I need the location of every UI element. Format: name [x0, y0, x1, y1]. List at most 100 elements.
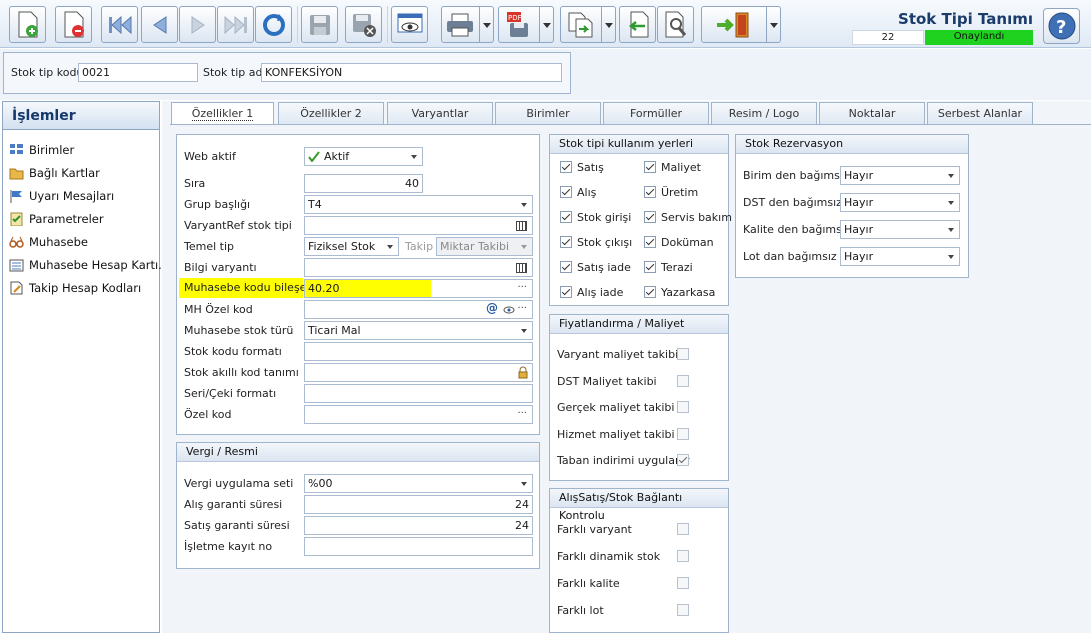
- reservation-select-dst-den-bağımsız[interactable]: Hayır: [840, 193, 960, 212]
- checkbox[interactable]: [677, 401, 689, 413]
- exit-button[interactable]: [701, 6, 781, 43]
- pricing-option-taban-indirimi-uygulanır[interactable]: Taban indirimi uygulanır: [550, 453, 728, 469]
- checkbox[interactable]: [677, 550, 689, 562]
- reservation-select-kalite-den-bağımsız[interactable]: Hayır: [840, 220, 960, 239]
- new-record-button[interactable]: [9, 6, 46, 43]
- checkbox[interactable]: [677, 427, 689, 440]
- tab-ozellikler-1[interactable]: Özellikler 1: [171, 102, 274, 125]
- muhasebe-kodu-input[interactable]: 40.20 ···: [304, 279, 533, 298]
- help-button[interactable]: ?: [1043, 8, 1080, 44]
- find-record-button[interactable]: [657, 6, 694, 43]
- pricing-option-hizmet-maliyet-takibi[interactable]: Hizmet maliyet takibi: [550, 427, 728, 443]
- checkbox[interactable]: [677, 454, 689, 466]
- usage-option-maliyet[interactable]: Maliyet: [644, 160, 726, 176]
- usage-option-satış[interactable]: Satış: [560, 160, 642, 176]
- control-option-farklı-dinamik-stok[interactable]: Farklı dinamik stok: [550, 549, 728, 565]
- print-dropdown-arrow[interactable]: [479, 7, 493, 42]
- sidebar-item-birimler[interactable]: Birimler: [9, 140, 159, 160]
- sidebar-item-takip-hesap-kodlari[interactable]: Takip Hesap Kodları: [9, 278, 159, 298]
- lookup-icon[interactable]: [516, 263, 527, 273]
- checkbox[interactable]: [644, 236, 656, 248]
- ellipsis-icon[interactable]: ···: [517, 406, 527, 422]
- usage-option-satış-iade[interactable]: Satış iade: [560, 260, 642, 276]
- delete-record-button[interactable]: [55, 6, 92, 43]
- stok-tip-kodu-input[interactable]: 0021: [78, 63, 198, 82]
- control-option-farklı-kalite[interactable]: Farklı kalite: [550, 576, 728, 592]
- view-icon[interactable]: [503, 304, 516, 315]
- checkbox[interactable]: [560, 261, 572, 273]
- cancel-button[interactable]: [345, 6, 382, 43]
- sidebar-item-muhasebe[interactable]: Muhasebe: [9, 232, 159, 252]
- tab-noktalar[interactable]: Noktalar: [819, 102, 925, 124]
- ellipsis-icon[interactable]: ···: [517, 301, 527, 317]
- lock-icon[interactable]: [518, 366, 528, 379]
- refresh-button[interactable]: [255, 6, 292, 43]
- lookup-icon[interactable]: [516, 221, 527, 231]
- usage-option-alış-iade[interactable]: Alış iade: [560, 285, 642, 301]
- reservation-select-lot-dan-bağımsız[interactable]: Hayır: [840, 247, 960, 266]
- varyantref-input[interactable]: [304, 216, 533, 235]
- sidebar-item-bagli-kartlar[interactable]: Bağlı Kartlar: [9, 163, 159, 183]
- last-record-button[interactable]: [217, 6, 254, 43]
- sidebar-item-parametreler[interactable]: Parametreler: [9, 209, 159, 229]
- stok-akilli-kod-input[interactable]: [304, 363, 533, 382]
- seri-ceki-formati-input[interactable]: [304, 384, 533, 403]
- pricing-option-dst-maliyet-takibi[interactable]: DST Maliyet takibi: [550, 374, 728, 390]
- sidebar-item-muhasebe-hesap-karti[interactable]: Muhasebe Hesap Kartı...: [9, 255, 169, 275]
- temel-tip-select[interactable]: Fiziksel Stok: [304, 237, 399, 256]
- checkbox[interactable]: [677, 604, 689, 616]
- print-button[interactable]: [441, 6, 494, 43]
- checkbox[interactable]: [677, 523, 689, 535]
- checkbox[interactable]: [644, 186, 656, 198]
- checkbox[interactable]: [644, 261, 656, 273]
- ozel-kod-input[interactable]: ···: [304, 405, 533, 424]
- vergi-uygulama-select[interactable]: %00: [304, 474, 533, 493]
- checkbox[interactable]: [677, 374, 689, 387]
- reservation-select-birim-den-bağımsız[interactable]: Hayır: [840, 166, 960, 185]
- checkbox[interactable]: [560, 211, 572, 223]
- muhasebe-stok-turu-select[interactable]: Ticari Mal: [304, 321, 533, 340]
- tab-serbest-alanlar[interactable]: Serbest Alanlar: [927, 102, 1033, 124]
- checkbox[interactable]: [677, 348, 689, 360]
- bilgi-varyanti-input[interactable]: [304, 258, 533, 277]
- tab-birimler[interactable]: Birimler: [495, 102, 601, 124]
- import-button[interactable]: [619, 6, 656, 43]
- stok-kodu-formati-input[interactable]: [304, 342, 533, 361]
- copy-dropdown-arrow[interactable]: [601, 7, 615, 42]
- exit-dropdown-arrow[interactable]: [766, 7, 780, 42]
- pricing-option-gerçek-maliyet-takibi[interactable]: Gerçek maliyet takibi: [550, 400, 728, 416]
- preview-button[interactable]: [391, 6, 428, 43]
- checkbox[interactable]: [560, 161, 572, 173]
- grup-basligi-select[interactable]: T4: [304, 195, 533, 214]
- tab-varyantlar[interactable]: Varyantlar: [387, 102, 493, 124]
- sira-input[interactable]: 40: [304, 174, 423, 193]
- usage-option-terazi[interactable]: Terazi: [644, 260, 726, 276]
- checkbox[interactable]: [560, 236, 572, 248]
- checkbox[interactable]: [644, 286, 656, 298]
- checkbox[interactable]: [560, 186, 572, 198]
- usage-option-yazarkasa[interactable]: Yazarkasa: [644, 285, 726, 301]
- usage-option-servis-bakım[interactable]: Servis bakım: [644, 210, 732, 226]
- isletme-kayit-input[interactable]: [304, 537, 533, 556]
- next-record-button[interactable]: [179, 6, 216, 43]
- tab-formuller[interactable]: Formüller: [603, 102, 709, 124]
- usage-option-stok-çıkışı[interactable]: Stok çıkışı: [560, 235, 642, 251]
- tab-ozellikler-2[interactable]: Özellikler 2: [278, 102, 384, 124]
- tab-resim-logo[interactable]: Resim / Logo: [711, 102, 817, 124]
- checkbox[interactable]: [644, 211, 656, 223]
- alis-garanti-input[interactable]: 24: [304, 495, 533, 514]
- export-pdf-button[interactable]: PDF: [498, 6, 554, 43]
- usage-option-doküman[interactable]: Doküman: [644, 235, 726, 251]
- satis-garanti-input[interactable]: 24: [304, 516, 533, 535]
- usage-option-alış[interactable]: Alış: [560, 185, 642, 201]
- checkbox[interactable]: [644, 161, 656, 173]
- checkbox[interactable]: [677, 577, 689, 589]
- sidebar-item-uyari-mesajlari[interactable]: Uyarı Mesajları: [9, 186, 159, 206]
- checkbox[interactable]: [560, 286, 572, 298]
- copy-button[interactable]: [560, 6, 616, 43]
- ellipsis-icon[interactable]: ···: [517, 280, 527, 296]
- control-option-farklı-lot[interactable]: Farklı lot: [550, 603, 728, 619]
- at-sign-icon[interactable]: @: [486, 301, 498, 317]
- usage-option-stok-girişi[interactable]: Stok girişi: [560, 210, 642, 226]
- usage-option-üretim[interactable]: Üretim: [644, 185, 726, 201]
